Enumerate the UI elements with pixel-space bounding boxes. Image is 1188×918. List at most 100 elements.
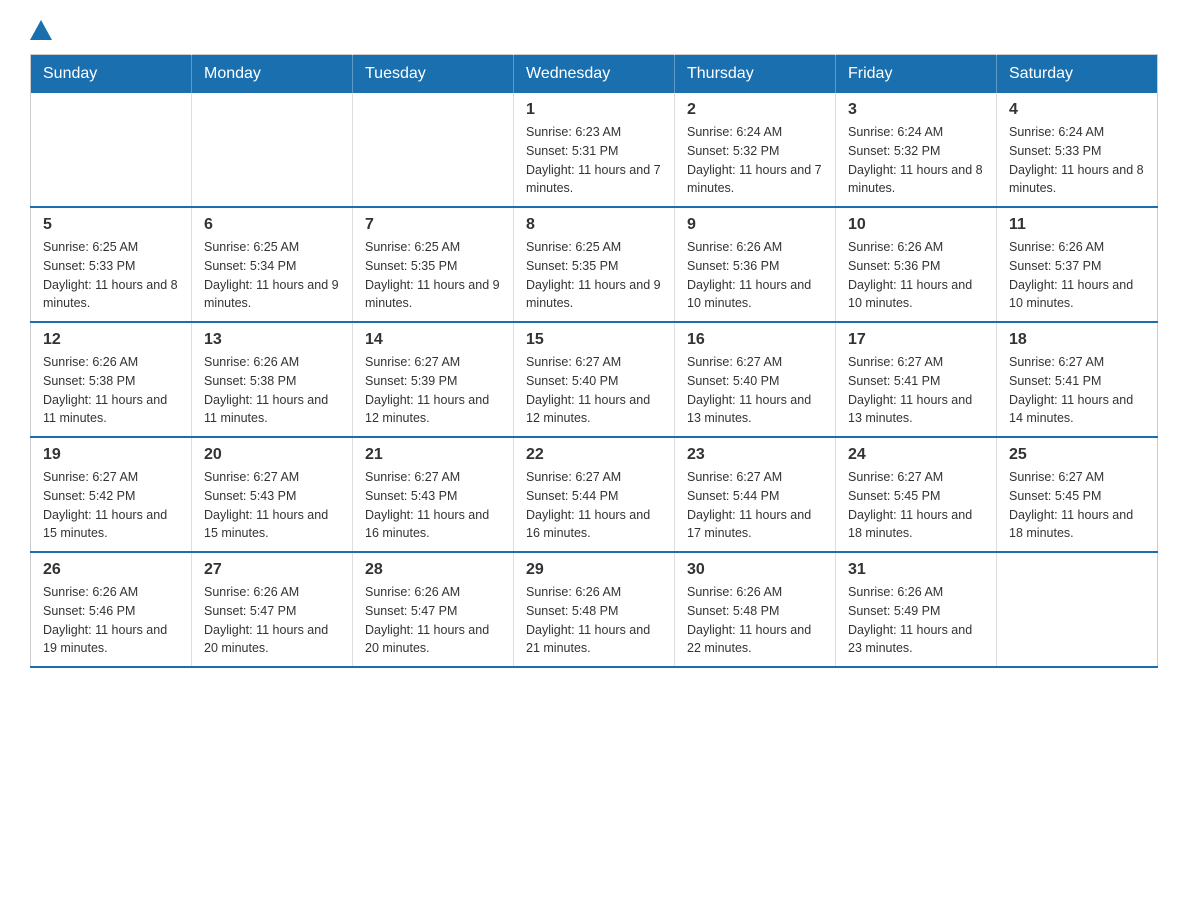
calendar-cell: 22 Sunrise: 6:27 AM Sunset: 5:44 PM Dayli… (514, 437, 675, 552)
calendar-cell: 21 Sunrise: 6:27 AM Sunset: 5:43 PM Dayli… (353, 437, 514, 552)
day-info: Sunrise: 6:27 AM Sunset: 5:41 PM Dayligh… (1009, 353, 1145, 428)
day-number: 31 (848, 561, 984, 579)
calendar-cell: 25Sunrise: 6:27 AM Sunset: 5:45 PM Dayli… (997, 437, 1158, 552)
day-info: Sunrise: 6:27 AM Sunset: 5:45 PM Dayligh… (1009, 468, 1145, 543)
day-info: Sunrise: 6:27 AM Sunset: 5:42 PM Dayligh… (43, 468, 179, 543)
day-info: Sunrise: 6:26 AM Sunset: 5:37 PM Dayligh… (1009, 238, 1145, 313)
day-number: 20 (204, 446, 340, 464)
day-info: Sunrise: 6:27 AM Sunset: 5:40 PM Dayligh… (526, 353, 662, 428)
calendar-week-4: 19 Sunrise: 6:27 AM Sunset: 5:42 PM Dayli… (31, 437, 1158, 552)
day-info: Sunrise: 6:27 AM Sunset: 5:45 PM Dayligh… (848, 468, 984, 543)
calendar-cell: 19 Sunrise: 6:27 AM Sunset: 5:42 PM Dayli… (31, 437, 192, 552)
calendar-cell: 1 Sunrise: 6:23 AM Sunset: 5:31 PM Daylig… (514, 93, 675, 207)
calendar-week-5: 26 Sunrise: 6:26 AM Sunset: 5:46 PM Dayli… (31, 552, 1158, 667)
calendar-cell: 6Sunrise: 6:25 AM Sunset: 5:34 PM Daylig… (192, 207, 353, 322)
calendar-table: SundayMondayTuesdayWednesdayThursdayFrid… (30, 54, 1158, 668)
day-info: Sunrise: 6:25 AM Sunset: 5:33 PM Dayligh… (43, 238, 179, 313)
day-info: Sunrise: 6:26 AM Sunset: 5:38 PM Dayligh… (43, 353, 179, 428)
header-monday: Monday (192, 55, 353, 94)
header-tuesday: Tuesday (353, 55, 514, 94)
calendar-cell: 14 Sunrise: 6:27 AM Sunset: 5:39 PM Dayli… (353, 322, 514, 437)
header-thursday: Thursday (675, 55, 836, 94)
calendar-cell: 9Sunrise: 6:26 AM Sunset: 5:36 PM Daylig… (675, 207, 836, 322)
day-number: 16 (687, 331, 823, 349)
calendar-cell: 15 Sunrise: 6:27 AM Sunset: 5:40 PM Dayli… (514, 322, 675, 437)
day-info: Sunrise: 6:27 AM Sunset: 5:39 PM Dayligh… (365, 353, 501, 428)
day-info: Sunrise: 6:27 AM Sunset: 5:41 PM Dayligh… (848, 353, 984, 428)
day-number: 23 (687, 446, 823, 464)
calendar-cell: 11Sunrise: 6:26 AM Sunset: 5:37 PM Dayli… (997, 207, 1158, 322)
day-info: Sunrise: 6:25 AM Sunset: 5:35 PM Dayligh… (365, 238, 501, 313)
header-sunday: Sunday (31, 55, 192, 94)
calendar-cell: 2 Sunrise: 6:24 AM Sunset: 5:32 PM Daylig… (675, 93, 836, 207)
day-number: 3 (848, 101, 984, 119)
day-info: Sunrise: 6:27 AM Sunset: 5:44 PM Dayligh… (526, 468, 662, 543)
day-info: Sunrise: 6:24 AM Sunset: 5:33 PM Dayligh… (1009, 123, 1145, 198)
day-info: Sunrise: 6:26 AM Sunset: 5:46 PM Dayligh… (43, 583, 179, 658)
day-number: 21 (365, 446, 501, 464)
day-info: Sunrise: 6:27 AM Sunset: 5:44 PM Dayligh… (687, 468, 823, 543)
day-number: 26 (43, 561, 179, 579)
calendar-cell: 23 Sunrise: 6:27 AM Sunset: 5:44 PM Dayli… (675, 437, 836, 552)
calendar-cell: 7 Sunrise: 6:25 AM Sunset: 5:35 PM Daylig… (353, 207, 514, 322)
day-number: 13 (204, 331, 340, 349)
calendar-cell: 26 Sunrise: 6:26 AM Sunset: 5:46 PM Dayli… (31, 552, 192, 667)
day-info: Sunrise: 6:24 AM Sunset: 5:32 PM Dayligh… (848, 123, 984, 198)
calendar-cell: 5 Sunrise: 6:25 AM Sunset: 5:33 PM Daylig… (31, 207, 192, 322)
calendar-cell: 3 Sunrise: 6:24 AM Sunset: 5:32 PM Daylig… (836, 93, 997, 207)
day-number: 24 (848, 446, 984, 464)
day-number: 1 (526, 101, 662, 119)
day-number: 18 (1009, 331, 1145, 349)
day-number: 29 (526, 561, 662, 579)
day-number: 27 (204, 561, 340, 579)
day-number: 28 (365, 561, 501, 579)
day-number: 5 (43, 216, 179, 234)
calendar-cell: 17 Sunrise: 6:27 AM Sunset: 5:41 PM Dayli… (836, 322, 997, 437)
calendar-cell: 29 Sunrise: 6:26 AM Sunset: 5:48 PM Dayli… (514, 552, 675, 667)
day-number: 30 (687, 561, 823, 579)
day-info: Sunrise: 6:24 AM Sunset: 5:32 PM Dayligh… (687, 123, 823, 198)
day-number: 8 (526, 216, 662, 234)
calendar-cell: 8 Sunrise: 6:25 AM Sunset: 5:35 PM Daylig… (514, 207, 675, 322)
day-number: 22 (526, 446, 662, 464)
calendar-cell: 16Sunrise: 6:27 AM Sunset: 5:40 PM Dayli… (675, 322, 836, 437)
day-info: Sunrise: 6:26 AM Sunset: 5:36 PM Dayligh… (687, 238, 823, 313)
day-number: 4 (1009, 101, 1145, 119)
day-number: 15 (526, 331, 662, 349)
day-info: Sunrise: 6:27 AM Sunset: 5:43 PM Dayligh… (365, 468, 501, 543)
header-saturday: Saturday (997, 55, 1158, 94)
day-info: Sunrise: 6:25 AM Sunset: 5:34 PM Dayligh… (204, 238, 340, 313)
day-info: Sunrise: 6:26 AM Sunset: 5:48 PM Dayligh… (687, 583, 823, 658)
day-number: 12 (43, 331, 179, 349)
calendar-cell: 18 Sunrise: 6:27 AM Sunset: 5:41 PM Dayli… (997, 322, 1158, 437)
calendar-header-row: SundayMondayTuesdayWednesdayThursdayFrid… (31, 55, 1158, 94)
day-info: Sunrise: 6:26 AM Sunset: 5:48 PM Dayligh… (526, 583, 662, 658)
calendar-week-2: 5 Sunrise: 6:25 AM Sunset: 5:33 PM Daylig… (31, 207, 1158, 322)
day-info: Sunrise: 6:25 AM Sunset: 5:35 PM Dayligh… (526, 238, 662, 313)
logo (30, 20, 56, 34)
day-number: 2 (687, 101, 823, 119)
day-info: Sunrise: 6:26 AM Sunset: 5:49 PM Dayligh… (848, 583, 984, 658)
day-number: 10 (848, 216, 984, 234)
day-number: 7 (365, 216, 501, 234)
day-info: Sunrise: 6:27 AM Sunset: 5:43 PM Dayligh… (204, 468, 340, 543)
calendar-cell: 27Sunrise: 6:26 AM Sunset: 5:47 PM Dayli… (192, 552, 353, 667)
calendar-cell (31, 93, 192, 207)
calendar-cell: 13Sunrise: 6:26 AM Sunset: 5:38 PM Dayli… (192, 322, 353, 437)
day-info: Sunrise: 6:23 AM Sunset: 5:31 PM Dayligh… (526, 123, 662, 198)
header-wednesday: Wednesday (514, 55, 675, 94)
day-number: 19 (43, 446, 179, 464)
day-number: 14 (365, 331, 501, 349)
calendar-cell (192, 93, 353, 207)
day-info: Sunrise: 6:26 AM Sunset: 5:47 PM Dayligh… (365, 583, 501, 658)
calendar-week-3: 12 Sunrise: 6:26 AM Sunset: 5:38 PM Dayli… (31, 322, 1158, 437)
calendar-cell (997, 552, 1158, 667)
calendar-cell: 12 Sunrise: 6:26 AM Sunset: 5:38 PM Dayli… (31, 322, 192, 437)
calendar-cell: 4 Sunrise: 6:24 AM Sunset: 5:33 PM Daylig… (997, 93, 1158, 207)
page-header (30, 20, 1158, 34)
day-info: Sunrise: 6:26 AM Sunset: 5:36 PM Dayligh… (848, 238, 984, 313)
calendar-cell: 10 Sunrise: 6:26 AM Sunset: 5:36 PM Dayli… (836, 207, 997, 322)
header-friday: Friday (836, 55, 997, 94)
calendar-cell: 30 Sunrise: 6:26 AM Sunset: 5:48 PM Dayli… (675, 552, 836, 667)
day-number: 17 (848, 331, 984, 349)
